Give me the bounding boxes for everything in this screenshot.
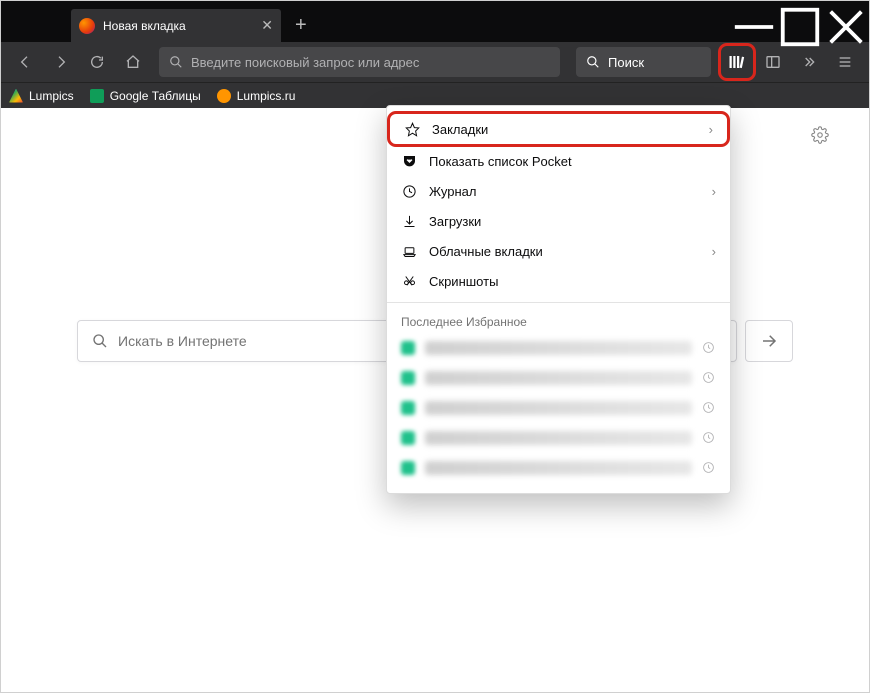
maximize-button[interactable]	[777, 12, 823, 42]
bookmark-item[interactable]: Google Таблицы	[90, 89, 201, 103]
titlebar: Новая вкладка ✕ +	[1, 1, 869, 42]
synced-tabs-icon	[401, 244, 417, 259]
newtab-search-placeholder: Искать в Интернете	[118, 333, 247, 349]
site-icon	[217, 89, 231, 103]
window-controls	[731, 12, 869, 42]
recent-item-label	[425, 431, 692, 445]
drive-icon	[9, 89, 23, 103]
library-icon	[728, 53, 746, 71]
library-button[interactable]	[721, 46, 753, 78]
chevron-right-icon: ›	[712, 184, 716, 199]
newtab-search-go-button[interactable]	[745, 320, 793, 362]
menu-pocket[interactable]: Показать список Pocket	[387, 146, 730, 176]
recent-item-label	[425, 461, 692, 475]
chevron-right-icon: ›	[709, 122, 713, 137]
site-icon	[401, 461, 415, 475]
star-icon	[404, 122, 420, 137]
menu-label: Показать список Pocket	[429, 154, 572, 169]
tab-active[interactable]: Новая вкладка ✕	[71, 9, 281, 42]
site-icon	[401, 371, 415, 385]
search-bar-placeholder: Поиск	[608, 55, 644, 70]
reload-button[interactable]	[81, 46, 113, 78]
recent-item[interactable]	[387, 333, 730, 363]
recent-item-label	[425, 401, 692, 415]
history-icon	[702, 371, 716, 385]
site-icon	[401, 341, 415, 355]
sidebar-button[interactable]	[757, 46, 789, 78]
minimize-button[interactable]	[731, 12, 777, 42]
search-icon	[586, 55, 600, 69]
menu-label: Скриншоты	[429, 274, 498, 289]
bookmark-label: Lumpics	[29, 89, 74, 103]
library-panel: Закладки › Показать список Pocket Журнал…	[386, 105, 731, 494]
recent-item[interactable]	[387, 423, 730, 453]
forward-button[interactable]	[45, 46, 77, 78]
history-icon	[702, 461, 716, 475]
menu-label: Облачные вкладки	[429, 244, 543, 259]
menu-label: Журнал	[429, 184, 476, 199]
history-icon	[702, 341, 716, 355]
address-bar-placeholder: Введите поисковый запрос или адрес	[191, 55, 419, 70]
close-icon[interactable]: ✕	[261, 17, 273, 34]
bookmark-label: Lumpics.ru	[237, 89, 296, 103]
pocket-icon	[401, 154, 417, 169]
navbar: Введите поисковый запрос или адрес Поиск	[1, 42, 869, 82]
close-window-button[interactable]	[823, 12, 869, 42]
bookmark-item[interactable]: Lumpics	[9, 89, 74, 103]
history-icon	[702, 401, 716, 415]
site-icon	[401, 401, 415, 415]
customize-button[interactable]	[811, 126, 829, 149]
recent-item[interactable]	[387, 393, 730, 423]
menu-label: Закладки	[432, 122, 488, 137]
recent-highlights-title: Последнее Избранное	[387, 309, 730, 333]
address-bar[interactable]: Введите поисковый запрос или адрес	[159, 47, 560, 77]
screenshots-icon	[401, 274, 417, 289]
back-button[interactable]	[9, 46, 41, 78]
new-tab-button[interactable]: +	[281, 9, 321, 42]
menu-synced-tabs[interactable]: Облачные вкладки ›	[387, 236, 730, 266]
home-button[interactable]	[117, 46, 149, 78]
downloads-icon	[401, 214, 417, 229]
site-icon	[401, 431, 415, 445]
search-bar[interactable]: Поиск	[576, 47, 711, 77]
arrow-right-icon	[760, 332, 778, 350]
bookmark-label: Google Таблицы	[110, 89, 201, 103]
menu-button[interactable]	[829, 46, 861, 78]
recent-item-label	[425, 341, 692, 355]
search-icon	[169, 55, 183, 69]
bookmark-item[interactable]: Lumpics.ru	[217, 89, 296, 103]
tabstrip: Новая вкладка ✕ +	[1, 9, 731, 42]
overflow-button[interactable]	[793, 46, 825, 78]
chevron-right-icon: ›	[712, 244, 716, 259]
tab-title: Новая вкладка	[103, 19, 261, 33]
menu-screenshots[interactable]: Скриншоты	[387, 266, 730, 296]
search-icon	[92, 333, 108, 349]
history-icon	[702, 431, 716, 445]
separator	[387, 302, 730, 303]
sheets-icon	[90, 89, 104, 103]
firefox-icon	[79, 18, 95, 34]
menu-label: Загрузки	[429, 214, 481, 229]
content-area: Искать в Интернете Закладки › Показать с…	[1, 108, 869, 692]
history-icon	[401, 184, 417, 199]
recent-item[interactable]	[387, 453, 730, 483]
menu-downloads[interactable]: Загрузки	[387, 206, 730, 236]
recent-item-label	[425, 371, 692, 385]
menu-history[interactable]: Журнал ›	[387, 176, 730, 206]
menu-bookmarks[interactable]: Закладки ›	[390, 114, 727, 144]
recent-item[interactable]	[387, 363, 730, 393]
